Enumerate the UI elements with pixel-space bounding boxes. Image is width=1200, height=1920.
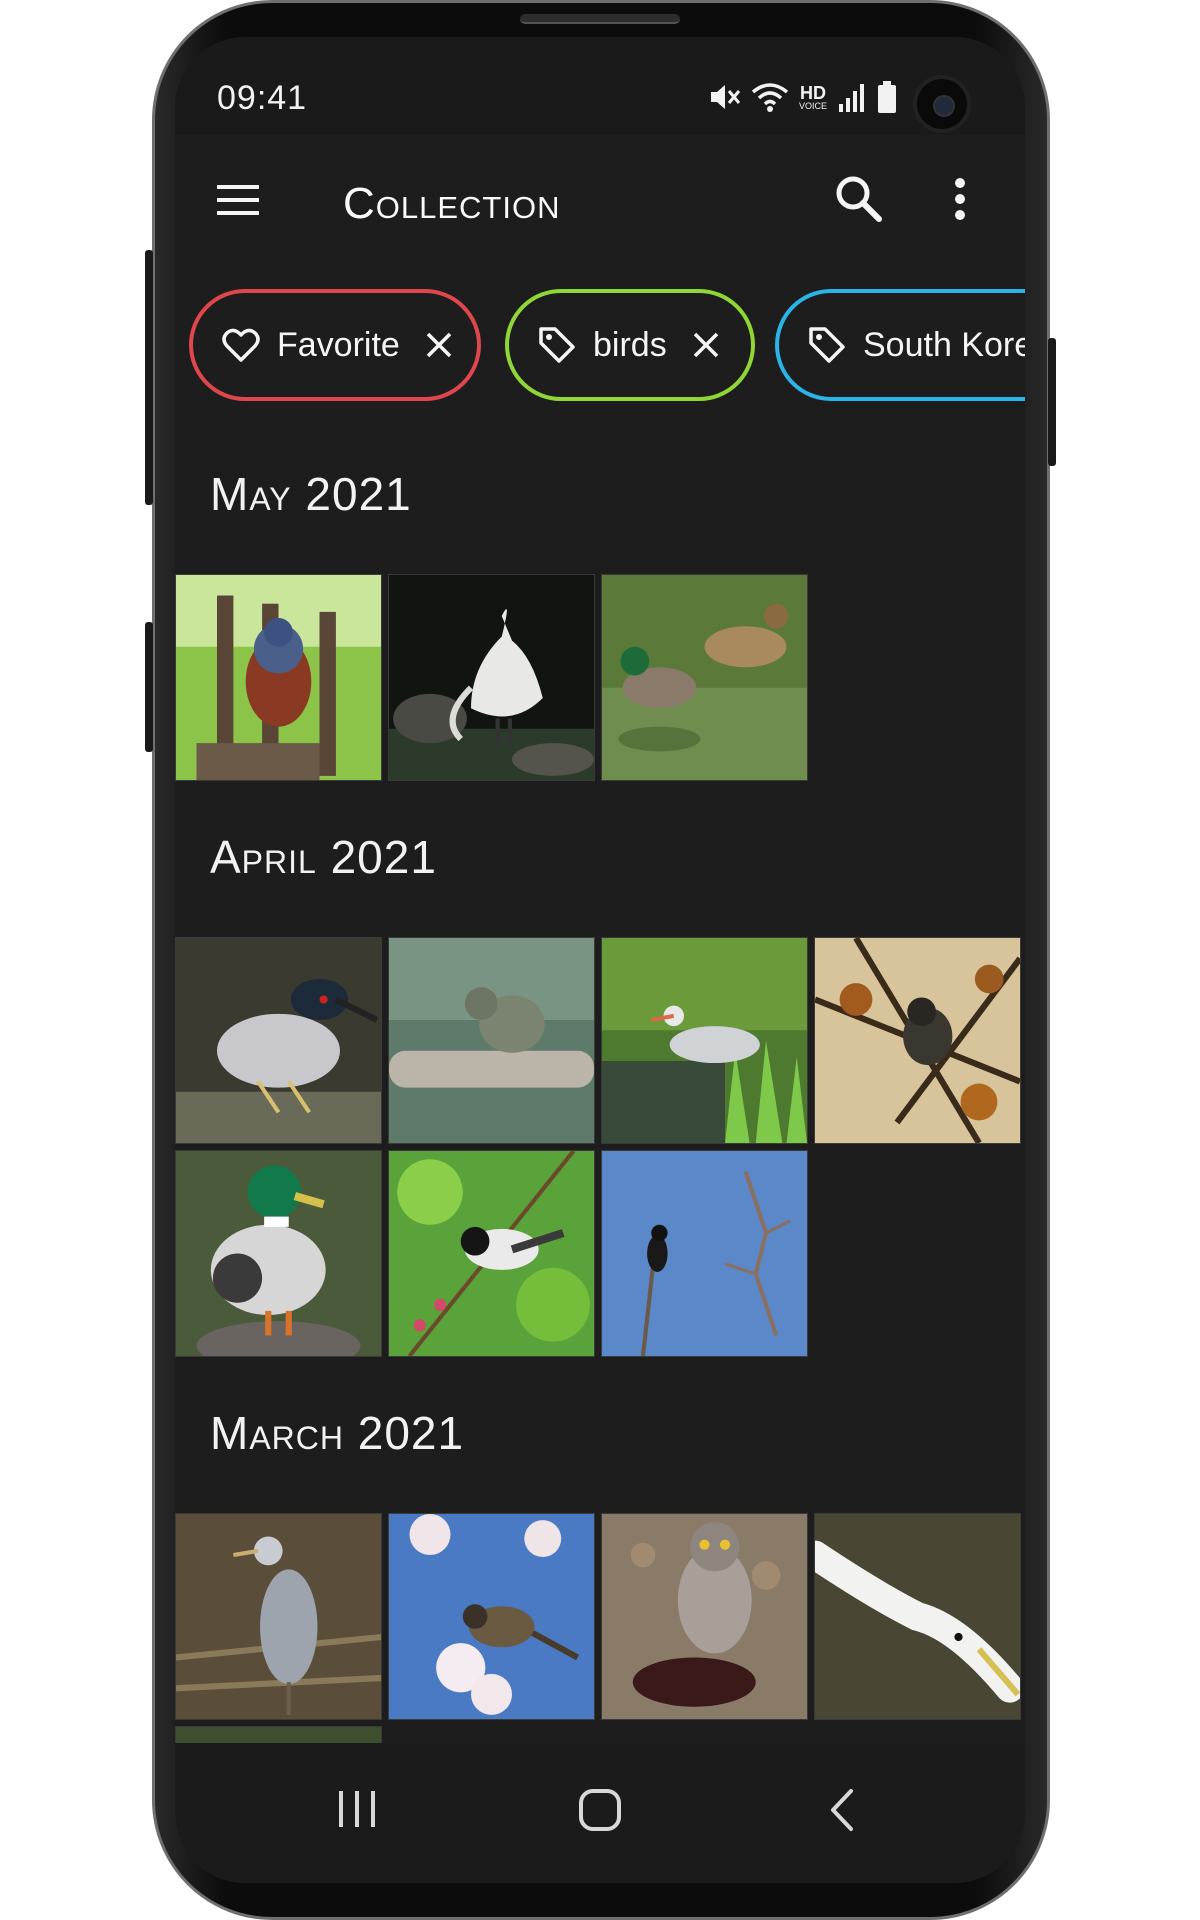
heart-icon <box>221 325 261 365</box>
search-icon[interactable] <box>833 173 885 225</box>
chip-favorite[interactable]: Favorite <box>189 289 481 401</box>
hamburger-menu-icon[interactable] <box>215 177 261 223</box>
section-title-may-2021: May 2021 <box>210 468 412 520</box>
tag-icon <box>537 325 577 365</box>
status-bar: 09:41 HD VOICE <box>175 37 1025 135</box>
battery-icon <box>877 80 897 114</box>
photo-thumbnail[interactable] <box>175 574 382 781</box>
photo-thumbnail[interactable] <box>814 1513 1021 1720</box>
section-title-march-2021: March 2021 <box>210 1407 465 1459</box>
filter-chips: Favorite birds South Korea <box>175 289 1025 405</box>
voice-label: VOICE <box>799 100 828 111</box>
photo-thumbnail[interactable] <box>388 937 595 1144</box>
back-icon[interactable] <box>825 1787 859 1833</box>
mute-icon <box>707 80 741 114</box>
signal-icon <box>837 80 867 114</box>
photo-thumbnail[interactable] <box>175 1513 382 1720</box>
power-button <box>1048 338 1056 466</box>
bixby-button <box>145 622 153 752</box>
earpiece-speaker <box>520 14 680 24</box>
photo-thumbnail[interactable] <box>601 574 808 781</box>
photo-thumbnail[interactable] <box>175 1150 382 1357</box>
wifi-icon <box>751 80 789 114</box>
status-icons: HD VOICE <box>707 77 897 117</box>
chip-label: birds <box>593 325 667 364</box>
chip-label: South Korea <box>863 325 1025 364</box>
chip-birds[interactable]: birds <box>505 289 755 401</box>
photo-thumbnail[interactable] <box>814 937 1021 1144</box>
chip-south-korea[interactable]: South Korea <box>775 289 1025 401</box>
section-title-april-2021: April 2021 <box>210 831 437 883</box>
app-bar: Collection <box>175 135 1025 265</box>
photo-thumbnail[interactable] <box>388 1513 595 1720</box>
photo-thumbnail[interactable] <box>388 574 595 781</box>
hd-voice-icon: HD VOICE <box>799 84 827 111</box>
page-title: Collection <box>343 179 561 228</box>
photo-thumbnail[interactable] <box>601 937 808 1144</box>
close-icon[interactable] <box>424 330 454 360</box>
hd-label: HD <box>800 82 826 103</box>
photo-thumbnail[interactable] <box>601 1150 808 1357</box>
volume-button <box>145 250 153 505</box>
home-icon[interactable] <box>575 1785 625 1835</box>
photo-thumbnail[interactable] <box>388 1150 595 1357</box>
chip-label: Favorite <box>277 325 400 364</box>
recent-apps-icon[interactable] <box>335 1789 379 1829</box>
phone-screen: 09:41 HD VOICE Collection Favorite birds… <box>175 37 1025 1883</box>
photo-thumbnail[interactable] <box>601 1513 808 1720</box>
tag-icon <box>807 325 847 365</box>
photo-thumbnail[interactable] <box>175 937 382 1144</box>
more-vertical-icon[interactable] <box>945 173 975 225</box>
close-icon[interactable] <box>691 330 721 360</box>
system-navigation-bar <box>175 1743 1025 1883</box>
front-camera <box>913 75 971 133</box>
status-time: 09:41 <box>217 79 308 117</box>
